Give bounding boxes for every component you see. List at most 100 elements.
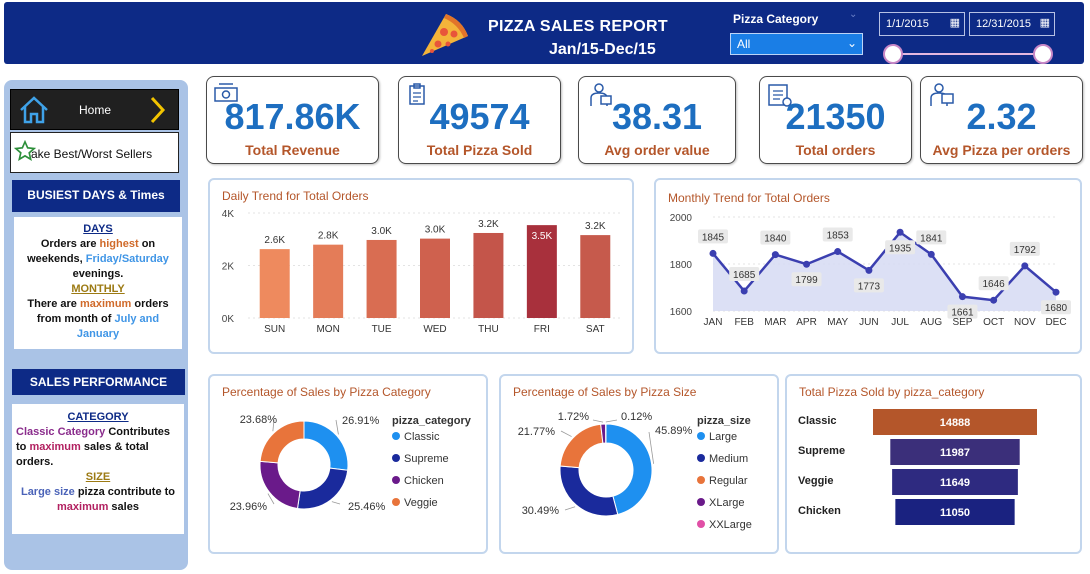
- legend-marker: [697, 476, 705, 484]
- x-tick-label: JUN: [859, 317, 878, 328]
- daily-trend-panel[interactable]: Daily Trend for Total Orders 0K 2K 4K 2.6K S…: [208, 178, 634, 354]
- data-point[interactable]: [1021, 262, 1029, 270]
- date-start-input[interactable]: 1/1/2015 ▦: [879, 12, 965, 36]
- pizza-sold-funnel-chart: Classic 14888 Supreme 11987 Veggie 11649 Chick…: [798, 409, 1037, 525]
- legend-label[interactable]: Medium: [709, 453, 748, 465]
- x-tick-label: SUN: [264, 324, 285, 335]
- pizza-slice-icon: [422, 14, 468, 56]
- kpi-label: Avg order value: [604, 142, 710, 158]
- kpi-value: 817.86K: [224, 96, 361, 137]
- bar[interactable]: [420, 238, 450, 318]
- legend-label[interactable]: Regular: [709, 475, 748, 487]
- data-point[interactable]: [958, 293, 966, 301]
- x-tick-label: NOV: [1014, 317, 1036, 328]
- donut-slice[interactable]: [296, 467, 349, 510]
- monthly-trend-chart: 1600 1800 2000 1845 JAN 1685 FEB 1840 MAR 1799 APR…: [670, 213, 1071, 328]
- monthly-text: There are maximum orders from month of J…: [27, 298, 169, 340]
- data-point[interactable]: [1052, 288, 1060, 296]
- data-point[interactable]: [896, 228, 904, 236]
- best-worst-sellers-button[interactable]: ake Best/Worst Sellers: [10, 132, 179, 173]
- sales-performance-note: CATEGORY Classic Category Contributes to…: [12, 404, 184, 534]
- legend-marker: [697, 454, 705, 462]
- y-tick-label: 0K: [222, 314, 235, 325]
- category-donut-chart: 26.91% 25.46% 23.96% 23.68% pizza_category Cl…: [230, 414, 472, 513]
- data-label: 30.49%: [522, 505, 560, 517]
- leader-line: [592, 419, 604, 423]
- legend-label[interactable]: Classic: [404, 431, 440, 443]
- legend-marker: [392, 454, 400, 462]
- kpi-card-total-pizza-sold[interactable]: 49574 Total Pizza Sold: [398, 76, 561, 164]
- pizza-sold-funnel-panel[interactable]: Total Pizza Sold by pizza_category Class…: [785, 374, 1082, 554]
- collapse-chevron-icon[interactable]: ⌄: [849, 9, 857, 20]
- category-text: Classic Category Contributes to maximum …: [16, 426, 171, 468]
- x-tick-label: MAY: [827, 317, 848, 328]
- data-point[interactable]: [834, 248, 842, 256]
- data-point[interactable]: [803, 260, 811, 268]
- size-donut-panel[interactable]: Percentage of Sales by Pizza Size 45.89%…: [499, 374, 779, 554]
- x-tick-label: APR: [796, 317, 817, 328]
- legend-label[interactable]: XXLarge: [709, 519, 752, 531]
- kpi-label: Avg Pizza per orders: [932, 142, 1071, 158]
- monthly-subheading: MONTHLY: [71, 283, 125, 295]
- x-tick-label: SAT: [586, 324, 605, 335]
- data-label: 3.0K: [425, 225, 446, 236]
- kpi-label: Total orders: [795, 142, 876, 158]
- category-subheading: CATEGORY: [67, 411, 129, 423]
- legend-label[interactable]: Chicken: [404, 475, 444, 487]
- kpi-value: 38.31: [611, 96, 703, 137]
- calendar-icon[interactable]: ▦: [1040, 16, 1050, 29]
- data-point[interactable]: [990, 296, 998, 304]
- leader-line: [564, 506, 576, 511]
- bar[interactable]: [580, 235, 611, 318]
- bar[interactable]: [366, 239, 397, 318]
- date-start-value: 1/1/2015: [886, 18, 929, 30]
- legend-label[interactable]: Veggie: [404, 497, 438, 509]
- bar[interactable]: [259, 249, 290, 318]
- monthly-trend-panel[interactable]: Monthly Trend for Total Orders 1600 1800 2…: [654, 178, 1082, 354]
- legend-label[interactable]: Large: [709, 431, 737, 443]
- donut-slice[interactable]: [559, 423, 604, 469]
- data-label: 1935: [889, 243, 912, 254]
- data-point[interactable]: [709, 249, 717, 257]
- sales-performance-heading: SALES PERFORMANCE: [12, 369, 185, 395]
- kpi-card-total-orders[interactable]: 21350 Total orders: [759, 76, 912, 164]
- donut-slice[interactable]: [303, 420, 349, 471]
- data-label: 11050: [940, 507, 970, 519]
- data-label: 2.6K: [264, 235, 285, 246]
- home-button[interactable]: Home: [10, 89, 179, 130]
- category-filter-select[interactable]: All ⌄: [730, 33, 863, 55]
- category-donut-panel[interactable]: Percentage of Sales by Pizza Category 26…: [208, 374, 488, 554]
- data-label: 25.46%: [348, 501, 386, 513]
- size-subheading: SIZE: [85, 471, 111, 483]
- x-tick-label: MON: [316, 324, 339, 335]
- y-tick-label: 1800: [670, 260, 693, 271]
- kpi-card-avg-order-value[interactable]: 38.31 Avg order value: [578, 76, 736, 164]
- size-text: Large size pizza contribute to maximum s…: [20, 486, 176, 513]
- legend-marker: [392, 498, 400, 506]
- leader-line: [335, 419, 339, 435]
- kpi-card-total-revenue[interactable]: 817.86K Total Revenue: [206, 76, 379, 164]
- busiest-days-heading: BUSIEST DAYS & Times: [12, 180, 180, 212]
- data-label: 3.2K: [478, 219, 499, 230]
- bar[interactable]: [313, 244, 344, 318]
- kpi-card-avg-pizza-per-order[interactable]: 2.32 Avg Pizza per orders: [920, 76, 1083, 164]
- date-end-input[interactable]: 12/31/2015 ▦: [969, 12, 1055, 36]
- data-label: 0.12%: [621, 411, 652, 423]
- calendar-icon[interactable]: ▦: [950, 16, 960, 29]
- category-filter-label: Pizza Category: [733, 12, 819, 26]
- slider-start-handle[interactable]: [883, 44, 903, 64]
- legend-label[interactable]: Supreme: [404, 453, 449, 465]
- bar[interactable]: [473, 232, 504, 318]
- data-point[interactable]: [865, 266, 873, 274]
- legend-label[interactable]: XLarge: [709, 497, 744, 509]
- days-subheading: DAYS: [83, 223, 113, 235]
- donut-slice[interactable]: [259, 420, 305, 464]
- y-tick-label: 2000: [670, 213, 693, 224]
- data-point[interactable]: [740, 287, 748, 295]
- data-point[interactable]: [927, 250, 935, 258]
- home-button-label: Home: [79, 103, 112, 117]
- slider-end-handle[interactable]: [1033, 44, 1053, 64]
- date-range-slider[interactable]: [897, 53, 1047, 55]
- chevron-right-icon: [150, 96, 166, 124]
- data-point[interactable]: [771, 251, 779, 259]
